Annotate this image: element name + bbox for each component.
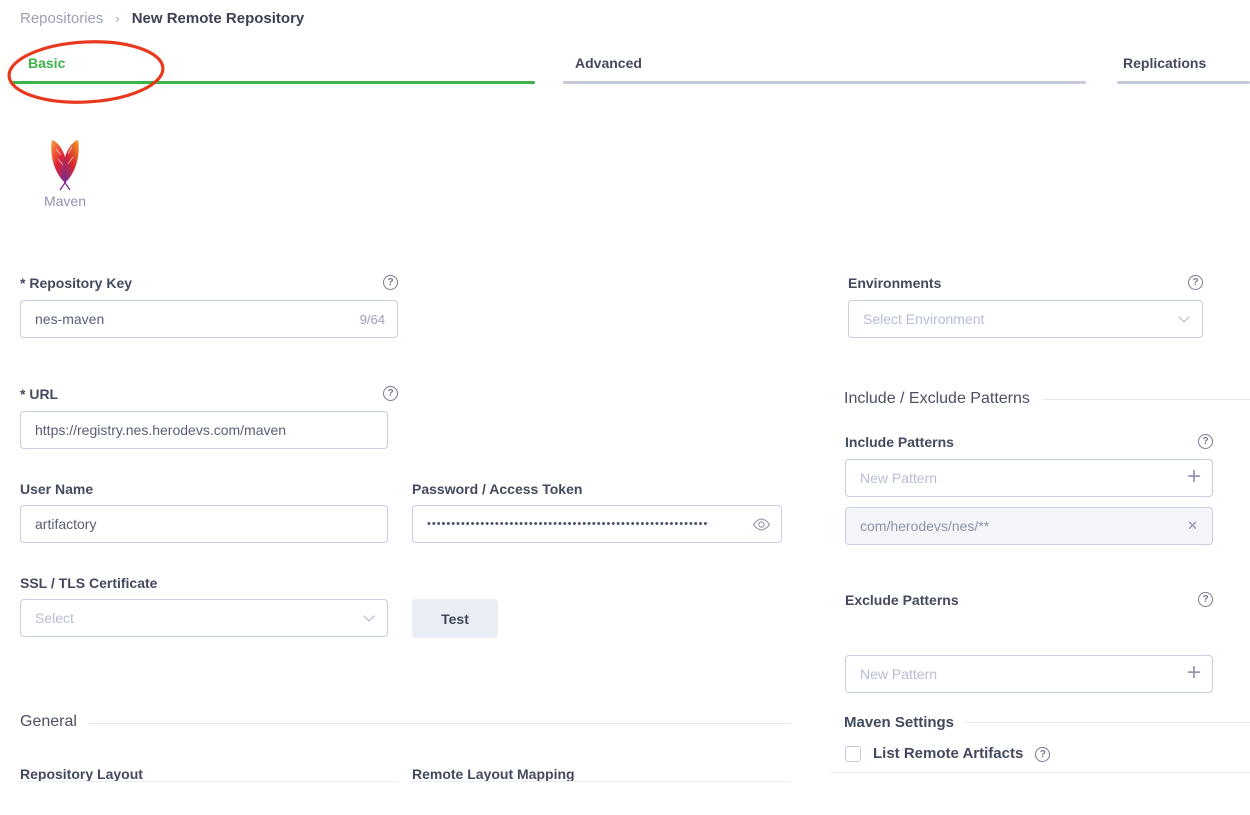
tab-basic-underline (10, 81, 535, 84)
repository-key-field: 9/64 (20, 300, 398, 338)
ssl-certificate-label: SSL / TLS Certificate (20, 575, 157, 591)
general-section-header: General (20, 713, 77, 731)
maven-feathers-icon (45, 139, 85, 191)
list-remote-artifacts-help-icon[interactable]: ? (1035, 747, 1050, 762)
include-patterns-label-row: Include Patterns ? (845, 434, 1213, 450)
page-title: New Remote Repository (132, 10, 305, 27)
tab-basic[interactable]: Basic (28, 55, 65, 71)
exclude-patterns-help-icon[interactable]: ? (1198, 592, 1213, 607)
exclude-patterns-field: + (845, 655, 1213, 693)
chevron-down-icon (1178, 311, 1189, 322)
tab-advanced[interactable]: Advanced (575, 55, 642, 71)
environments-label-row: Environments ? (848, 275, 1203, 291)
breadcrumb-repositories-link[interactable]: Repositories (20, 10, 103, 27)
list-remote-artifacts-checkbox[interactable] (845, 746, 861, 762)
exclude-patterns-label: Exclude Patterns (845, 592, 959, 608)
ssl-certificate-select[interactable]: Select (20, 599, 388, 637)
clipped-edge-line-mid (412, 781, 790, 782)
chevron-down-icon (363, 610, 374, 621)
repository-layout-label-clipped: Repository Layout (20, 766, 398, 781)
maven-settings-section-divider (965, 722, 1250, 723)
repository-key-help-icon[interactable]: ? (383, 275, 398, 290)
clipped-edge-line-right (830, 772, 1250, 773)
user-name-field (20, 505, 388, 543)
url-label-row: * URL ? (20, 386, 398, 402)
tab-replications[interactable]: Replications (1123, 55, 1206, 71)
url-input[interactable] (20, 411, 388, 449)
maven-settings-section-header: Maven Settings (844, 714, 954, 731)
password-label: Password / Access Token (412, 481, 582, 497)
test-button[interactable]: Test (412, 599, 498, 638)
include-pattern-value: com/herodevs/nes/** (860, 518, 989, 534)
password-input[interactable] (412, 505, 782, 543)
include-pattern-input[interactable] (845, 459, 1213, 497)
repository-key-label-row: * Repository Key ? (20, 275, 398, 291)
user-name-label: User Name (20, 481, 93, 497)
include-patterns-field: + (845, 459, 1213, 497)
tab-advanced-underline (563, 81, 1086, 84)
breadcrumb: Repositories › New Remote Repository (20, 10, 304, 27)
environments-label: Environments (848, 275, 941, 291)
url-label: * URL (20, 386, 58, 402)
exclude-patterns-label-row: Exclude Patterns ? (845, 592, 1213, 608)
package-type-label: Maven (20, 193, 110, 209)
ssl-certificate-placeholder: Select (35, 610, 74, 626)
user-name-input[interactable] (20, 505, 388, 543)
include-exclude-section-divider (1043, 399, 1250, 400)
include-patterns-label: Include Patterns (845, 434, 954, 450)
new-remote-repository-page: Repositories › New Remote Repository Bas… (0, 0, 1250, 815)
repository-key-input[interactable] (20, 300, 398, 338)
environments-placeholder: Select Environment (863, 311, 984, 327)
url-help-icon[interactable]: ? (383, 386, 398, 401)
include-exclude-section-header: Include / Exclude Patterns (844, 390, 1030, 408)
list-remote-artifacts-row: List Remote Artifacts ? (845, 746, 1050, 762)
add-exclude-pattern-icon[interactable]: + (1187, 659, 1201, 687)
general-section-divider (88, 723, 790, 724)
include-patterns-help-icon[interactable]: ? (1198, 434, 1213, 449)
include-pattern-chip: com/herodevs/nes/** ✕ (845, 507, 1213, 545)
exclude-pattern-input[interactable] (845, 655, 1213, 693)
url-field (20, 411, 388, 449)
list-remote-artifacts-label: List Remote Artifacts (873, 746, 1023, 762)
add-include-pattern-icon[interactable]: + (1187, 463, 1201, 491)
tab-replications-underline (1117, 81, 1250, 84)
environments-help-icon[interactable]: ? (1188, 275, 1203, 290)
breadcrumb-chevron-icon: › (115, 11, 119, 26)
remove-pattern-close-icon[interactable]: ✕ (1187, 518, 1198, 534)
remote-layout-mapping-label-clipped: Remote Layout Mapping (412, 766, 790, 781)
red-circle-annotation (2, 36, 170, 108)
repository-key-label: * Repository Key (20, 275, 132, 291)
environments-select[interactable]: Select Environment (848, 300, 1203, 338)
show-password-eye-icon[interactable] (752, 518, 771, 531)
clipped-edge-line-left (20, 781, 398, 782)
password-field (412, 505, 782, 543)
